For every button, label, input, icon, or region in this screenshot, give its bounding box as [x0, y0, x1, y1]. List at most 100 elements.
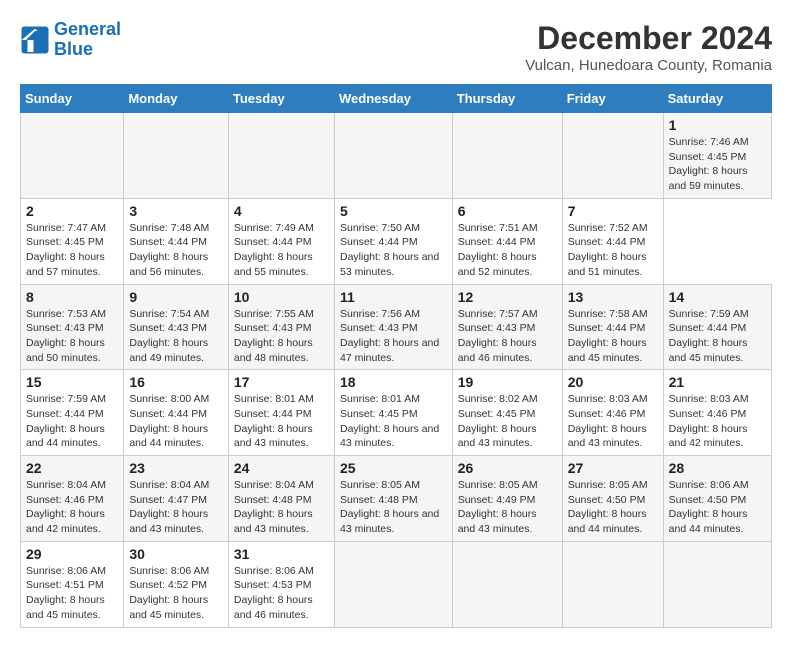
- calendar-empty-cell: [228, 113, 334, 199]
- day-number: 1: [669, 117, 766, 133]
- day-number: 26: [458, 460, 557, 476]
- day-info: Sunrise: 8:06 AMSunset: 4:50 PMDaylight:…: [669, 479, 749, 535]
- calendar-day-cell: 10 Sunrise: 7:55 AMSunset: 4:43 PMDayligh…: [228, 284, 334, 370]
- day-info: Sunrise: 7:56 AMSunset: 4:43 PMDaylight:…: [340, 308, 439, 364]
- day-number: 2: [26, 203, 118, 219]
- day-number: 13: [568, 289, 658, 305]
- day-number: 21: [669, 374, 766, 390]
- calendar-day-cell: 18 Sunrise: 8:01 AMSunset: 4:45 PMDayligh…: [334, 370, 452, 456]
- day-info: Sunrise: 8:03 AMSunset: 4:46 PMDaylight:…: [568, 393, 648, 449]
- day-number: 20: [568, 374, 658, 390]
- day-number: 11: [340, 289, 447, 305]
- day-info: Sunrise: 7:52 AMSunset: 4:44 PMDaylight:…: [568, 222, 648, 278]
- day-number: 4: [234, 203, 329, 219]
- calendar-day-cell: 7 Sunrise: 7:52 AMSunset: 4:44 PMDaylight…: [562, 198, 663, 284]
- logo-icon: [20, 25, 50, 55]
- calendar-day-cell: 30 Sunrise: 8:06 AMSunset: 4:52 PMDayligh…: [124, 541, 229, 627]
- day-number: 14: [669, 289, 766, 305]
- calendar-week-row: 2 Sunrise: 7:47 AMSunset: 4:45 PMDaylight…: [21, 198, 772, 284]
- calendar-day-cell: 28Sunrise: 8:06 AMSunset: 4:50 PMDayligh…: [663, 456, 771, 542]
- day-info: Sunrise: 8:05 AMSunset: 4:48 PMDaylight:…: [340, 479, 439, 535]
- calendar-week-row: 8 Sunrise: 7:53 AMSunset: 4:43 PMDaylight…: [21, 284, 772, 370]
- day-info: Sunrise: 7:51 AMSunset: 4:44 PMDaylight:…: [458, 222, 538, 278]
- day-number: 7: [568, 203, 658, 219]
- day-info: Sunrise: 8:04 AMSunset: 4:46 PMDaylight:…: [26, 479, 106, 535]
- day-number: 5: [340, 203, 447, 219]
- day-number: 25: [340, 460, 447, 476]
- calendar-empty-cell: [452, 541, 562, 627]
- day-info: Sunrise: 7:53 AMSunset: 4:43 PMDaylight:…: [26, 308, 106, 364]
- day-number: 3: [129, 203, 223, 219]
- day-number: 6: [458, 203, 557, 219]
- day-info: Sunrise: 7:48 AMSunset: 4:44 PMDaylight:…: [129, 222, 209, 278]
- calendar-empty-cell: [663, 541, 771, 627]
- day-info: Sunrise: 7:50 AMSunset: 4:44 PMDaylight:…: [340, 222, 439, 278]
- day-info: Sunrise: 8:06 AMSunset: 4:53 PMDaylight:…: [234, 565, 314, 621]
- calendar-empty-cell: [562, 113, 663, 199]
- day-number: 19: [458, 374, 557, 390]
- day-info: Sunrise: 7:49 AMSunset: 4:44 PMDaylight:…: [234, 222, 314, 278]
- day-number: 27: [568, 460, 658, 476]
- day-number: 29: [26, 546, 118, 562]
- main-title: December 2024: [525, 20, 772, 57]
- weekday-header: Sunday: [21, 85, 124, 113]
- calendar-day-cell: 8 Sunrise: 7:53 AMSunset: 4:43 PMDaylight…: [21, 284, 124, 370]
- calendar-day-cell: 1 Sunrise: 7:46 AMSunset: 4:45 PMDaylight…: [663, 113, 771, 199]
- day-info: Sunrise: 8:00 AMSunset: 4:44 PMDaylight:…: [129, 393, 209, 449]
- calendar-empty-cell: [124, 113, 229, 199]
- calendar-day-cell: 19 Sunrise: 8:02 AMSunset: 4:45 PMDayligh…: [452, 370, 562, 456]
- calendar-day-cell: 24Sunrise: 8:04 AMSunset: 4:48 PMDayligh…: [228, 456, 334, 542]
- calendar-day-cell: 21 Sunrise: 8:03 AMSunset: 4:46 PMDayligh…: [663, 370, 771, 456]
- calendar-week-row: 15 Sunrise: 7:59 AMSunset: 4:44 PMDayligh…: [21, 370, 772, 456]
- day-number: 24: [234, 460, 329, 476]
- calendar-empty-cell: [21, 113, 124, 199]
- calendar-week-row: 29Sunrise: 8:06 AMSunset: 4:51 PMDayligh…: [21, 541, 772, 627]
- day-info: Sunrise: 8:01 AMSunset: 4:45 PMDaylight:…: [340, 393, 439, 449]
- calendar-day-cell: 25 Sunrise: 8:05 AMSunset: 4:48 PMDayligh…: [334, 456, 452, 542]
- calendar-day-cell: 13 Sunrise: 7:58 AMSunset: 4:44 PMDayligh…: [562, 284, 663, 370]
- weekday-header: Saturday: [663, 85, 771, 113]
- calendar-header-row: SundayMondayTuesdayWednesdayThursdayFrid…: [21, 85, 772, 113]
- calendar-day-cell: 9Sunrise: 7:54 AMSunset: 4:43 PMDaylight…: [124, 284, 229, 370]
- title-area: December 2024 Vulcan, Hunedoara County, …: [525, 20, 772, 74]
- page-header: General Blue December 2024 Vulcan, Huned…: [20, 20, 772, 74]
- logo: General Blue: [20, 20, 121, 60]
- day-info: Sunrise: 7:47 AMSunset: 4:45 PMDaylight:…: [26, 222, 106, 278]
- day-number: 10: [234, 289, 329, 305]
- day-info: Sunrise: 8:03 AMSunset: 4:46 PMDaylight:…: [669, 393, 749, 449]
- day-info: Sunrise: 8:02 AMSunset: 4:45 PMDaylight:…: [458, 393, 538, 449]
- calendar-day-cell: 2 Sunrise: 7:47 AMSunset: 4:45 PMDaylight…: [21, 198, 124, 284]
- calendar-day-cell: 5 Sunrise: 7:50 AMSunset: 4:44 PMDaylight…: [334, 198, 452, 284]
- day-info: Sunrise: 8:05 AMSunset: 4:50 PMDaylight:…: [568, 479, 648, 535]
- day-number: 18: [340, 374, 447, 390]
- day-number: 12: [458, 289, 557, 305]
- day-info: Sunrise: 8:04 AMSunset: 4:47 PMDaylight:…: [129, 479, 209, 535]
- day-number: 17: [234, 374, 329, 390]
- day-info: Sunrise: 7:58 AMSunset: 4:44 PMDaylight:…: [568, 308, 648, 364]
- day-info: Sunrise: 7:46 AMSunset: 4:45 PMDaylight:…: [669, 136, 749, 192]
- day-number: 9: [129, 289, 223, 305]
- calendar-day-cell: 12 Sunrise: 7:57 AMSunset: 4:43 PMDayligh…: [452, 284, 562, 370]
- calendar-day-cell: 6 Sunrise: 7:51 AMSunset: 4:44 PMDaylight…: [452, 198, 562, 284]
- day-info: Sunrise: 8:06 AMSunset: 4:52 PMDaylight:…: [129, 565, 209, 621]
- calendar-empty-cell: [452, 113, 562, 199]
- calendar-day-cell: 17Sunrise: 8:01 AMSunset: 4:44 PMDayligh…: [228, 370, 334, 456]
- calendar-empty-cell: [562, 541, 663, 627]
- day-number: 16: [129, 374, 223, 390]
- weekday-header: Thursday: [452, 85, 562, 113]
- day-number: 15: [26, 374, 118, 390]
- day-info: Sunrise: 8:05 AMSunset: 4:49 PMDaylight:…: [458, 479, 538, 535]
- weekday-header: Wednesday: [334, 85, 452, 113]
- calendar-day-cell: 14 Sunrise: 7:59 AMSunset: 4:44 PMDayligh…: [663, 284, 771, 370]
- calendar-week-row: 22Sunrise: 8:04 AMSunset: 4:46 PMDayligh…: [21, 456, 772, 542]
- day-info: Sunrise: 7:59 AMSunset: 4:44 PMDaylight:…: [669, 308, 749, 364]
- day-number: 30: [129, 546, 223, 562]
- day-info: Sunrise: 7:57 AMSunset: 4:43 PMDaylight:…: [458, 308, 538, 364]
- calendar-day-cell: 11 Sunrise: 7:56 AMSunset: 4:43 PMDayligh…: [334, 284, 452, 370]
- day-info: Sunrise: 7:59 AMSunset: 4:44 PMDaylight:…: [26, 393, 106, 449]
- day-info: Sunrise: 7:55 AMSunset: 4:43 PMDaylight:…: [234, 308, 314, 364]
- calendar-day-cell: 20 Sunrise: 8:03 AMSunset: 4:46 PMDayligh…: [562, 370, 663, 456]
- day-number: 8: [26, 289, 118, 305]
- calendar-empty-cell: [334, 113, 452, 199]
- calendar-day-cell: 23Sunrise: 8:04 AMSunset: 4:47 PMDayligh…: [124, 456, 229, 542]
